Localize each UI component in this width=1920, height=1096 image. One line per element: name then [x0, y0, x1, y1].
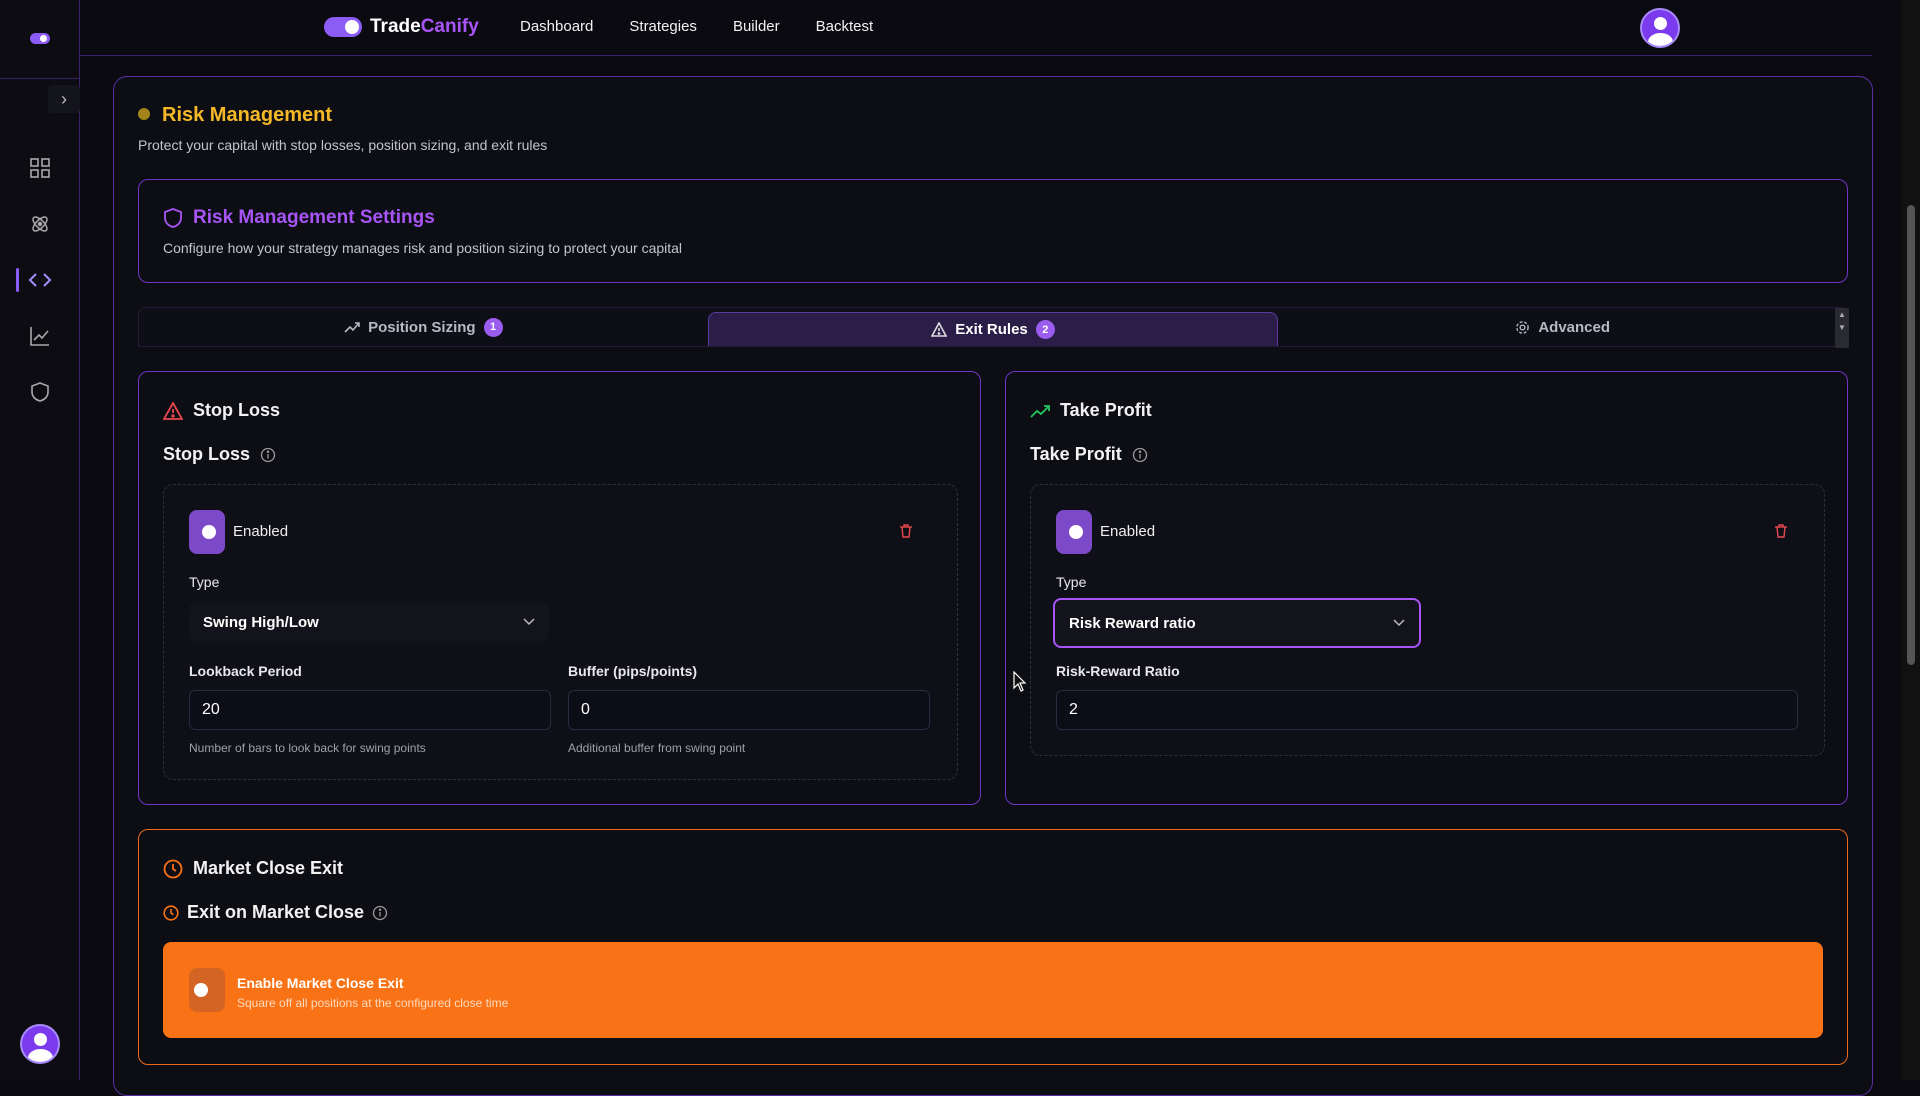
section-subtitle: Protect your capital with stop losses, p… [138, 137, 548, 153]
buffer-hint: Additional buffer from swing point [568, 741, 746, 755]
trash-icon[interactable] [898, 523, 914, 539]
stop-loss-label: Stop Loss [163, 444, 276, 465]
take-profit-label: Take Profit [1030, 444, 1148, 465]
brand-toggle-icon [324, 17, 362, 37]
gear-icon [1516, 320, 1530, 334]
lookback-label: Lookback Period [189, 663, 302, 679]
enabled-label: Enabled [1100, 523, 1156, 540]
panel-title-text: Market Close Exit [193, 858, 344, 878]
stop-loss-enabled-toggle[interactable] [189, 510, 225, 554]
type-label: Type [1056, 574, 1087, 590]
lookback-hint: Number of bars to look back for swing po… [189, 741, 426, 755]
risk-reward-ratio-input[interactable] [1056, 690, 1798, 730]
settings-title-row: Risk Management Settings [163, 207, 435, 229]
clock-icon [163, 859, 183, 878]
user-avatar[interactable] [1640, 8, 1680, 48]
brand-name-part1: Trade [370, 16, 421, 37]
info-icon[interactable] [1132, 447, 1148, 463]
brand-name-part2: Canify [420, 16, 479, 37]
tab-badge: 2 [1035, 320, 1055, 339]
market-close-toggle-subtitle: Square off all positions at the configur… [237, 996, 509, 1010]
sidebar-avatar[interactable] [20, 1024, 60, 1064]
top-bar: TradeCanify Dashboard Strategies Builder… [80, 0, 1872, 56]
settings-card: Risk Management Settings Configure how y… [138, 179, 1848, 283]
market-close-toggle-row[interactable]: Enable Market Close Exit Square off all … [163, 942, 1823, 1038]
stop-loss-type-select[interactable]: Swing High/Low [189, 601, 549, 643]
panel-title-text: Stop Loss [193, 400, 281, 420]
trash-icon[interactable] [1773, 523, 1789, 539]
shield-icon [164, 208, 182, 228]
take-profit-panel: Take Profit Take Profit Enabled Type Ris… [1005, 371, 1848, 805]
tab-label: Position Sizing [368, 318, 476, 336]
top-nav: Dashboard Strategies Builder Backtest [520, 18, 873, 35]
buffer-input[interactable] [568, 690, 930, 730]
panel-title-text: Take Profit [1060, 400, 1152, 420]
tabs-scroll-control[interactable]: ▲ ▼ [1835, 308, 1849, 348]
dashboard-icon[interactable] [26, 154, 54, 182]
atom-icon[interactable] [26, 210, 54, 238]
market-close-panel-title: Market Close Exit [163, 858, 343, 879]
settings-title: Risk Management Settings [193, 207, 435, 228]
risk-tabs: Position Sizing 1 Exit Rules 2 Advanced … [138, 307, 1849, 348]
tab-advanced[interactable]: Advanced [1278, 308, 1847, 346]
nav-builder[interactable]: Builder [733, 18, 780, 35]
take-profit-type-select[interactable]: Risk Reward ratio [1053, 598, 1421, 648]
tab-position-sizing[interactable]: Position Sizing 1 [139, 308, 708, 346]
section-header: Risk Management [138, 104, 332, 127]
chart-icon[interactable] [26, 322, 54, 350]
nav-dashboard[interactable]: Dashboard [520, 18, 593, 35]
tab-badge: 1 [483, 317, 503, 337]
ratio-label: Risk-Reward Ratio [1056, 663, 1180, 679]
sidebar-divider [0, 78, 80, 79]
stop-loss-label-text: Stop Loss [163, 444, 251, 464]
tab-label: Advanced [1538, 318, 1611, 336]
market-close-label: Exit on Market Close [163, 902, 388, 923]
info-icon[interactable] [260, 447, 276, 463]
select-value: Risk Reward ratio [1069, 614, 1196, 632]
shield-icon[interactable] [26, 378, 54, 406]
take-profit-label-text: Take Profit [1030, 444, 1122, 464]
page-scrollbar[interactable] [1902, 0, 1920, 1080]
nav-strategies[interactable]: Strategies [629, 18, 697, 35]
nav-backtest[interactable]: Backtest [816, 18, 874, 35]
select-value: Swing High/Low [203, 613, 319, 631]
take-profit-enabled-toggle[interactable] [1056, 510, 1092, 554]
market-close-toggle[interactable] [189, 968, 225, 1012]
mouse-cursor-icon [1013, 671, 1027, 692]
clock-icon [163, 904, 179, 921]
enabled-label: Enabled [233, 523, 289, 540]
logo-icon [30, 33, 50, 44]
lookback-period-input[interactable] [189, 690, 551, 730]
info-icon[interactable] [372, 905, 388, 921]
scrollbar-thumb[interactable] [1907, 205, 1915, 665]
type-label: Type [189, 574, 220, 590]
warning-icon [931, 322, 948, 337]
sidebar-collapse-button[interactable]: › [48, 85, 80, 113]
code-icon[interactable] [16, 266, 54, 294]
tab-exit-rules[interactable]: Exit Rules 2 [707, 312, 1279, 346]
trend-up-icon [1030, 404, 1050, 418]
stop-loss-panel-title: Stop Loss [163, 400, 280, 421]
sidebar: › [0, 0, 80, 1080]
section-title: Risk Management [162, 104, 333, 126]
market-close-toggle-title: Enable Market Close Exit [237, 975, 404, 991]
buffer-label: Buffer (pips/points) [568, 663, 698, 679]
trend-up-icon [344, 322, 360, 333]
chevron-down-icon [523, 618, 535, 626]
stop-loss-panel: Stop Loss Stop Loss Enabled Type Swing H… [138, 371, 981, 805]
market-close-label-text: Exit on Market Close [187, 902, 365, 922]
market-close-panel: Market Close Exit Exit on Market Close E… [138, 829, 1848, 1065]
take-profit-config: Enabled Type Risk Reward ratio Risk-Rewa… [1030, 484, 1825, 756]
status-dot-icon [138, 108, 150, 120]
take-profit-panel-title: Take Profit [1030, 400, 1152, 421]
settings-description: Configure how your strategy manages risk… [163, 240, 683, 256]
stop-loss-config: Enabled Type Swing High/Low Lookback Per… [163, 484, 958, 780]
tab-label: Exit Rules [955, 321, 1028, 338]
chevron-down-icon [1393, 619, 1405, 627]
warning-icon [163, 401, 183, 420]
brand-logo[interactable]: TradeCanify [324, 16, 479, 38]
